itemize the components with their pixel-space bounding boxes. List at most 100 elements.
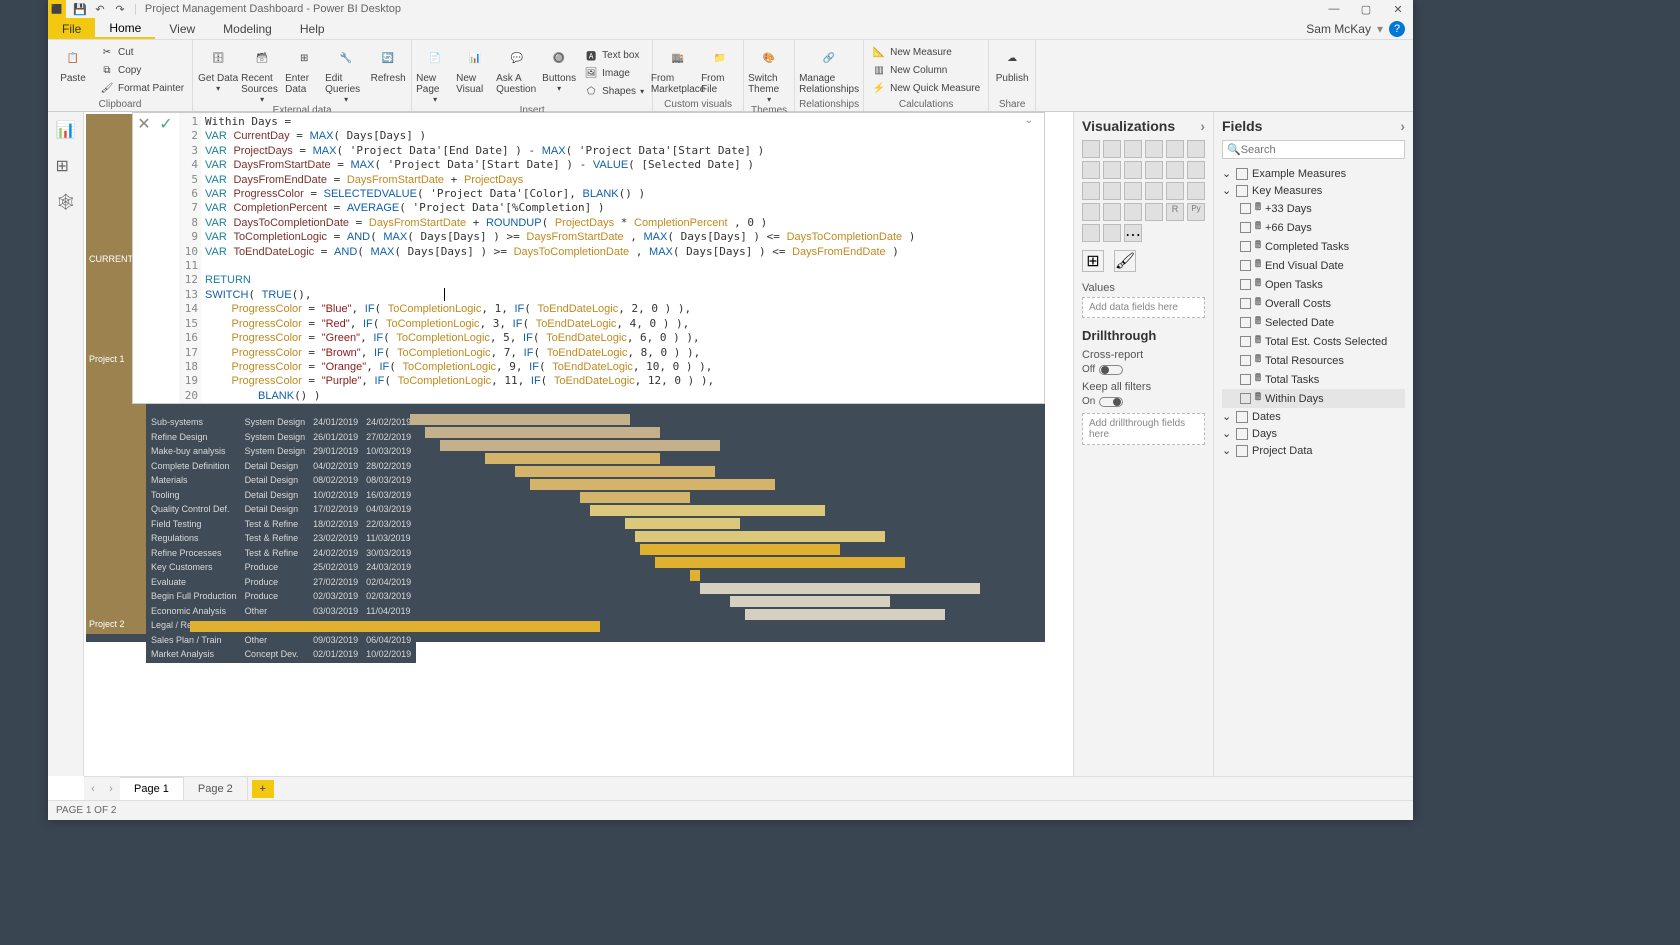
shapes-button[interactable]: ⬠Shapes▾ [584,83,644,100]
vis-type-icon[interactable] [1082,140,1100,158]
collapse-fields-icon[interactable]: › [1400,118,1405,134]
format-painter-button[interactable]: 🖌Format Painter [100,80,184,97]
cut-button[interactable]: ✂Cut [100,44,184,61]
vis-type-icon[interactable] [1082,161,1100,179]
enter-data-button[interactable]: ⊞Enter Data [285,42,323,104]
fields-tab-icon[interactable]: ⊞ [1082,250,1104,272]
tab-view[interactable]: View [155,18,209,39]
gantt-row[interactable]: Begin Full ProductionProduce02/03/201902… [148,590,414,603]
formula-bar[interactable]: ✕ ✓ 1 2 3 4 5 6 7 8 9 10 11 12 13 14 15 … [132,112,1045,404]
close-icon[interactable]: ✕ [1383,0,1413,18]
field-item[interactable]: 🖩Total Tasks [1222,370,1405,389]
tab-file[interactable]: File [48,18,95,39]
field-item[interactable]: 🖩End Visual Date [1222,256,1405,275]
vis-type-icon[interactable] [1145,161,1163,179]
gantt-row[interactable]: Refine DesignSystem Design26/01/201927/0… [148,431,414,444]
vis-type-icon[interactable] [1166,140,1184,158]
gantt-row[interactable]: RegulationsTest & Refine23/02/201911/03/… [148,532,414,545]
vis-type-icon[interactable] [1187,161,1205,179]
vis-type-icon[interactable] [1187,140,1205,158]
new-measure-button[interactable]: 📐New Measure [872,44,980,61]
gantt-row[interactable]: Market AnalysisConcept Dev.02/01/201910/… [148,648,414,661]
vis-type-icon[interactable] [1124,161,1142,179]
gantt-row[interactable]: Key CustomersProduce25/02/201924/03/2019 [148,561,414,574]
vis-type-icon[interactable] [1082,224,1100,242]
edit-queries-button[interactable]: 🔧Edit Queries▾ [325,42,367,104]
redo-icon[interactable]: ↷ [112,1,128,17]
page-tab-1[interactable]: Page 1 [120,777,184,800]
new-quick-measure-button[interactable]: ⚡New Quick Measure [872,80,980,97]
vis-type-icon[interactable] [1145,140,1163,158]
collapse-vis-icon[interactable]: › [1200,118,1205,134]
field-item[interactable]: 🖩Total Resources [1222,351,1405,370]
textbox-button[interactable]: 🅰Text box [584,47,644,64]
vis-type-icon[interactable] [1145,182,1163,200]
fields-search-input[interactable] [1241,144,1400,156]
drillthrough-well[interactable]: Add drillthrough fields here [1082,413,1205,445]
data-view-icon[interactable]: ⊞ [56,156,76,176]
tab-home[interactable]: Home [95,18,155,39]
vis-type-icon[interactable] [1187,182,1205,200]
vis-type-icon[interactable] [1103,224,1121,242]
maximize-icon[interactable]: ▢ [1351,0,1381,18]
field-item[interactable]: 🖩+66 Days [1222,218,1405,237]
values-well[interactable]: Add data fields here [1082,297,1205,318]
undo-icon[interactable]: ↶ [92,1,108,17]
page-prev-icon[interactable]: ‹ [84,783,102,795]
vis-type-icon[interactable] [1124,140,1142,158]
gantt-row[interactable]: Field TestingTest & Refine18/02/201922/0… [148,518,414,531]
paste-button[interactable]: 📋Paste [52,42,94,98]
help-icon[interactable]: ? [1389,21,1405,37]
vis-type-icon[interactable] [1082,203,1100,221]
recent-sources-button[interactable]: 🗃Recent Sources▾ [241,42,283,104]
buttons-button[interactable]: 🔘Buttons▾ [540,42,578,104]
vis-type-icon[interactable] [1103,140,1121,158]
gantt-row[interactable]: ToolingDetail Design10/02/201916/03/2019 [148,489,414,502]
gantt-row[interactable]: Economic AnalysisOther03/03/201911/04/20… [148,605,414,618]
gantt-row[interactable]: Make-buy analysisSystem Design29/01/2019… [148,445,414,458]
report-view-icon[interactable]: 📊 [56,120,76,140]
gantt-row[interactable]: EvaluateProduce27/02/201902/04/2019 [148,576,414,589]
formula-cancel-icon[interactable]: ✕ [133,115,155,133]
vis-type-icon[interactable] [1103,161,1121,179]
table-project-data[interactable]: ⌄Project Data [1222,442,1405,459]
minimize-icon[interactable]: — [1319,0,1349,18]
vis-type-icon[interactable] [1124,203,1142,221]
vis-type-icon[interactable] [1103,182,1121,200]
field-item[interactable]: 🖩Total Est. Costs Selected [1222,332,1405,351]
publish-button[interactable]: ☁Publish [993,42,1031,98]
page-tab-2[interactable]: Page 2 [184,777,248,800]
ask-question-button[interactable]: 💬Ask A Question [496,42,538,104]
field-item[interactable]: 🖩Within Days [1222,389,1405,408]
field-item[interactable]: 🖩Overall Costs [1222,294,1405,313]
field-item[interactable]: 🖩Open Tasks [1222,275,1405,294]
get-data-button[interactable]: 🗄Get Data▾ [197,42,239,104]
vis-type-icon[interactable]: ⋯ [1124,224,1142,242]
table-example-measures[interactable]: ⌄Example Measures [1222,165,1405,182]
image-button[interactable]: 🖼Image [584,65,644,82]
field-item[interactable]: 🖩Completed Tasks [1222,237,1405,256]
vis-type-icon[interactable] [1103,203,1121,221]
copy-button[interactable]: ⧉Copy [100,62,184,79]
vis-type-icon[interactable]: R [1166,203,1184,221]
gantt-row[interactable]: Quality Control Def.Detail Design17/02/2… [148,503,414,516]
keep-filters-toggle[interactable] [1099,397,1123,407]
refresh-button[interactable]: 🔄Refresh [369,42,407,104]
cross-report-toggle[interactable] [1099,365,1123,375]
table-dates[interactable]: ⌄Dates [1222,408,1405,425]
formula-commit-icon[interactable]: ✓ [155,115,177,133]
vis-type-icon[interactable]: Py [1187,203,1205,221]
vis-type-icon[interactable] [1166,182,1184,200]
table-days[interactable]: ⌄Days [1222,425,1405,442]
gantt-row[interactable]: Sub-systemsSystem Design24/01/201924/02/… [148,416,414,429]
manage-relationships-button[interactable]: 🔗Manage Relationships [799,42,859,98]
new-column-button[interactable]: ▥New Column [872,62,980,79]
vis-type-icon[interactable] [1124,182,1142,200]
vis-type-icon[interactable] [1166,161,1184,179]
dax-code[interactable]: Within Days = VAR CurrentDay = MAX( Days… [201,113,1044,403]
format-tab-icon[interactable]: 🖌 [1114,250,1136,272]
gantt-row[interactable]: Refine ProcessesTest & Refine24/02/20193… [148,547,414,560]
gantt-row[interactable]: Complete DefinitionDetail Design04/02/20… [148,460,414,473]
user-name[interactable]: Sam McKay [1306,22,1371,36]
gantt-row[interactable]: Sales Plan / TrainOther09/03/201906/04/2… [148,634,414,647]
